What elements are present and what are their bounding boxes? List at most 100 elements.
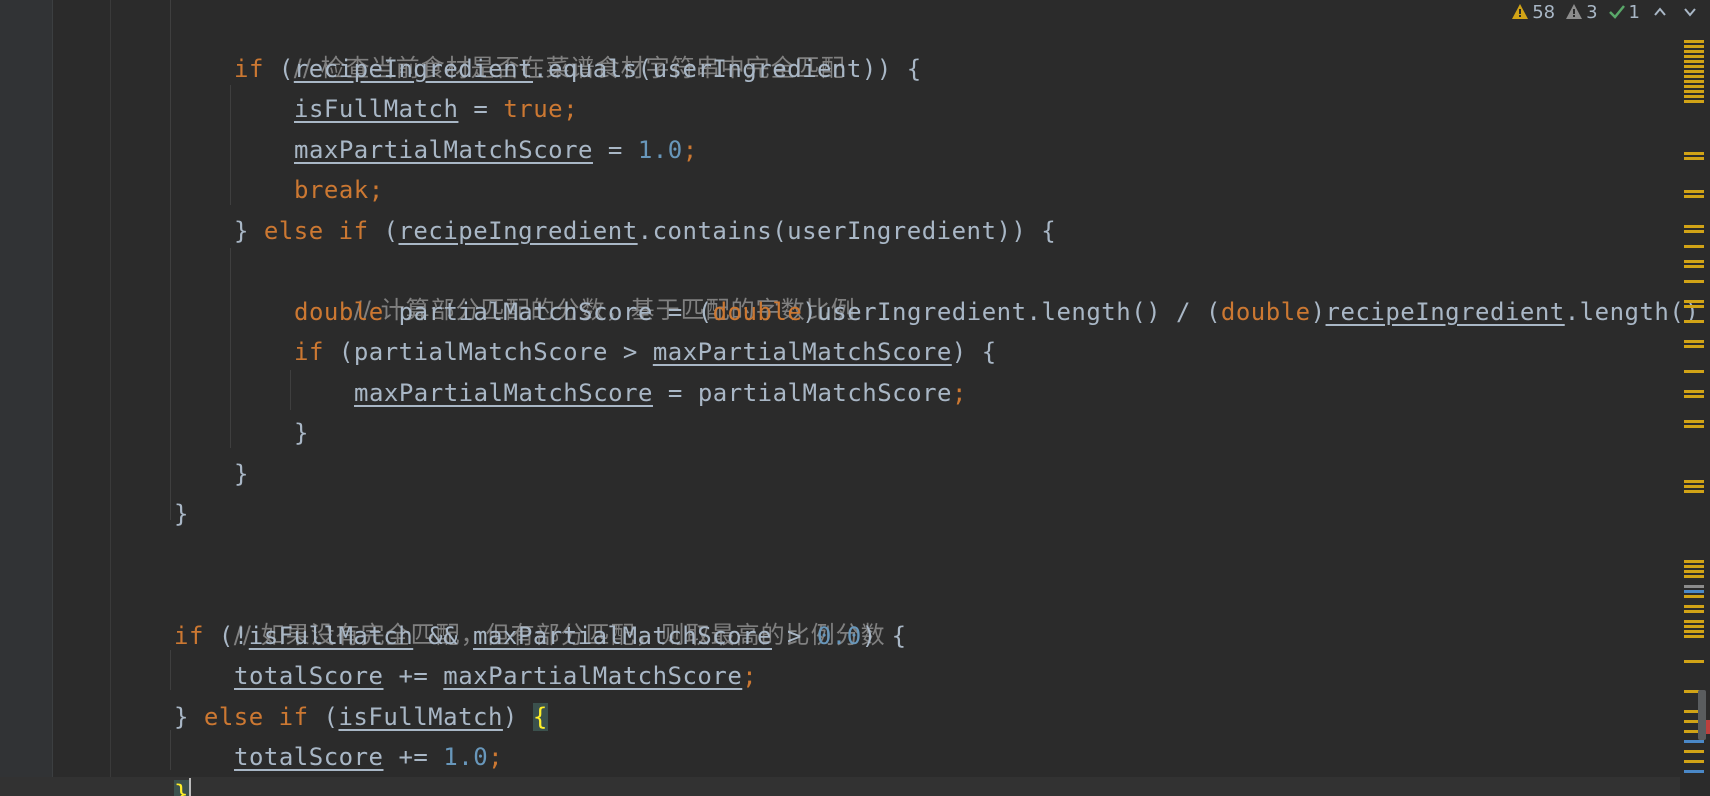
stripe-marker[interactable] <box>1684 265 1704 268</box>
stripe-marker[interactable] <box>1684 480 1704 483</box>
code-line[interactable]: // 检查当前食材是否在菜谱食材字符串中完全匹配 <box>234 8 846 82</box>
stripe-marker[interactable] <box>1684 485 1704 488</box>
stripe-marker[interactable] <box>1684 70 1704 73</box>
check-icon <box>1608 5 1625 19</box>
stripe-marker[interactable] <box>1684 340 1704 343</box>
stripe-marker[interactable] <box>1684 760 1704 763</box>
stripe-marker[interactable] <box>1684 585 1704 588</box>
stripe-marker[interactable] <box>1684 90 1704 93</box>
identifier: partialMatchScore <box>697 379 952 407</box>
stripe-marker[interactable] <box>1684 245 1704 248</box>
stripe-marker[interactable] <box>1684 610 1704 613</box>
stripe-marker[interactable] <box>1684 620 1704 623</box>
code-line[interactable]: // 计算部分匹配的分数，基于匹配的字数比例 <box>294 250 856 324</box>
stripe-marker[interactable] <box>1684 630 1704 633</box>
identifier: isFullMatch <box>338 703 503 731</box>
stripe-marker[interactable] <box>1684 230 1704 233</box>
stripe-marker[interactable] <box>1684 85 1704 88</box>
stripe-marker[interactable] <box>1684 625 1704 628</box>
stripe-marker[interactable] <box>1684 157 1704 160</box>
code-line[interactable]: } <box>174 494 189 534</box>
code-line[interactable]: } <box>234 454 249 494</box>
indent-guide <box>170 0 171 520</box>
keyword-if: if <box>278 703 309 731</box>
stripe-marker[interactable] <box>1684 305 1704 308</box>
method-call: .equals( <box>533 55 653 83</box>
stripe-marker[interactable] <box>1684 50 1704 53</box>
stripe-marker[interactable] <box>1684 420 1704 423</box>
stripe-marker[interactable] <box>1684 390 1704 393</box>
vertical-scrollbar-thumb[interactable] <box>1698 690 1706 740</box>
code-line[interactable]: if (partialMatchScore > maxPartialMatchS… <box>294 332 997 372</box>
stripe-marker[interactable] <box>1684 605 1704 608</box>
stripe-marker[interactable] <box>1684 75 1704 78</box>
stripe-marker[interactable] <box>1684 490 1704 493</box>
stripe-marker[interactable] <box>1684 45 1704 48</box>
line-gutter[interactable] <box>0 0 53 796</box>
keyword-double: double <box>294 298 384 326</box>
stripe-marker[interactable] <box>1684 60 1704 63</box>
stripe-marker[interactable] <box>1684 370 1704 373</box>
code-line[interactable]: if (!isFullMatch && maxPartialMatchScore… <box>174 616 907 656</box>
code-line[interactable]: totalScore += 1.0; <box>234 737 503 777</box>
matched-brace: { <box>532 703 548 731</box>
code-line[interactable]: } <box>174 774 189 796</box>
identifier: maxPartialMatchScore <box>294 136 593 164</box>
code-line[interactable]: break; <box>294 170 384 210</box>
stripe-marker[interactable] <box>1684 575 1704 578</box>
stripe-marker[interactable] <box>1684 280 1704 283</box>
stripe-marker[interactable] <box>1684 80 1704 83</box>
stripe-marker[interactable] <box>1684 190 1704 193</box>
code-line[interactable]: maxPartialMatchScore = partialMatchScore… <box>354 373 967 413</box>
stripe-marker[interactable] <box>1684 560 1704 563</box>
keyword-if: if <box>338 217 369 245</box>
code-line[interactable]: totalScore += maxPartialMatchScore; <box>234 656 757 696</box>
stripe-marker[interactable] <box>1684 260 1704 263</box>
code-line[interactable]: } else if (isFullMatch) { <box>174 697 548 737</box>
stripe-marker[interactable] <box>1684 595 1704 598</box>
stripe-marker[interactable] <box>1684 320 1704 323</box>
stripe-marker[interactable] <box>1684 565 1704 568</box>
stripe-marker[interactable] <box>1684 660 1704 663</box>
keyword-if: if <box>174 622 204 650</box>
stripe-marker[interactable] <box>1684 590 1704 593</box>
stripe-marker[interactable] <box>1684 740 1704 743</box>
code-line[interactable]: double partialMatchScore = (double)userI… <box>294 292 1699 332</box>
warnings-indicator[interactable]: 58 <box>1511 2 1555 23</box>
code-line[interactable]: } <box>294 413 309 453</box>
stripe-marker[interactable] <box>1684 570 1704 573</box>
code-editor[interactable]: // 检查当前食材是否在菜谱食材字符串中完全匹配 if (recipeIngre… <box>0 0 1710 796</box>
stripe-marker[interactable] <box>1684 55 1704 58</box>
stripe-marker[interactable] <box>1684 195 1704 198</box>
stripe-marker[interactable] <box>1684 300 1704 303</box>
stripe-marker[interactable] <box>1684 425 1704 428</box>
code-line[interactable]: isFullMatch = true; <box>294 89 578 129</box>
method-call: .length() <box>1026 298 1162 326</box>
stripe-marker[interactable] <box>1684 100 1704 103</box>
stripe-marker[interactable] <box>1684 345 1704 348</box>
code-line[interactable]: } else if (recipeIngredient.contains(use… <box>234 211 1056 251</box>
inspection-widget[interactable]: 58 3 1 <box>1511 0 1700 24</box>
identifier: userIngredient <box>787 217 997 245</box>
stripe-marker[interactable] <box>1684 750 1704 753</box>
stripe-marker[interactable] <box>1684 395 1704 398</box>
stripe-marker[interactable] <box>1684 225 1704 228</box>
keyword-if: if <box>234 55 264 83</box>
identifier: partialMatchScore <box>353 338 608 366</box>
error-marker[interactable] <box>1706 720 1710 734</box>
stripe-marker[interactable] <box>1684 65 1704 68</box>
code-line[interactable]: // 如果没有完全匹配，但有部分匹配，则取最高的比例分数 <box>174 575 886 649</box>
typos-indicator[interactable]: 1 <box>1608 2 1640 23</box>
weak-warnings-indicator[interactable]: 3 <box>1565 2 1598 23</box>
stripe-marker[interactable] <box>1684 635 1704 638</box>
code-line[interactable]: if (recipeIngredient.equals(userIngredie… <box>234 49 922 89</box>
previous-highlight-button[interactable] <box>1650 2 1670 22</box>
stripe-marker[interactable] <box>1684 770 1704 773</box>
next-highlight-button[interactable] <box>1680 2 1700 22</box>
stripe-marker[interactable] <box>1684 40 1704 43</box>
indent-guide <box>230 85 231 205</box>
stripe-marker[interactable] <box>1684 152 1704 155</box>
error-stripe[interactable] <box>1670 30 1710 796</box>
code-line[interactable]: maxPartialMatchScore = 1.0; <box>294 130 698 170</box>
stripe-marker[interactable] <box>1684 95 1704 98</box>
